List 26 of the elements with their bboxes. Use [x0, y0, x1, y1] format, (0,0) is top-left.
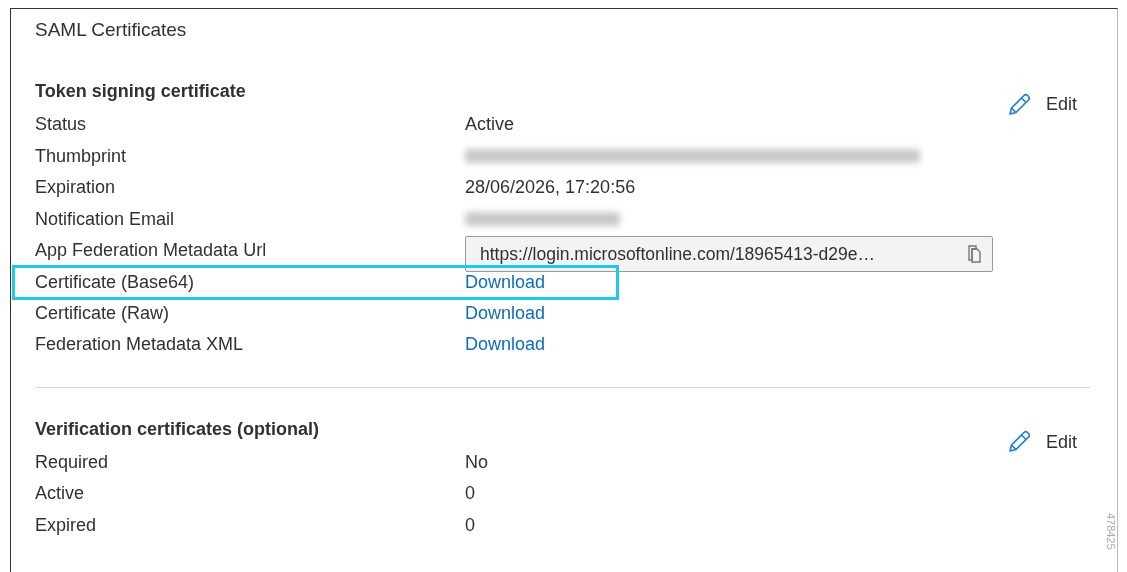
copy-icon[interactable]	[966, 244, 982, 263]
field-value: 0	[465, 513, 475, 537]
field-label: Status	[35, 113, 88, 137]
field-label: Notification Email	[35, 207, 176, 231]
field-label: Certificate (Raw)	[35, 301, 171, 325]
field-label: Required	[35, 450, 110, 474]
field-value: No	[465, 450, 488, 474]
field-label: Expired	[35, 513, 98, 537]
download-link[interactable]: Download	[465, 299, 546, 327]
field-label: Thumbprint	[35, 144, 128, 168]
section-heading: Verification certificates (optional)	[35, 417, 320, 441]
field-value: 0	[465, 482, 475, 506]
section-heading: Token signing certificate	[35, 80, 246, 103]
download-link[interactable]: Download	[465, 331, 546, 359]
field-label: Federation Metadata XML	[35, 333, 245, 357]
field-label: App Federation Metadata Url	[35, 239, 268, 263]
url-field[interactable]: https://login.microsoftonline.com/18965413-d29e…	[465, 235, 993, 272]
field-label: Certificate (Base64)	[35, 270, 196, 294]
figure-number: 478425	[1103, 512, 1118, 550]
edit-button[interactable]: Edit	[1005, 91, 1077, 118]
field-label: Active	[35, 482, 86, 506]
field-value: 28/06/2026, 17:20:56	[465, 176, 636, 200]
field-value: Active	[465, 113, 515, 137]
edit-button[interactable]: Edit	[1005, 428, 1077, 456]
panel-title: SAML Certificates	[35, 18, 187, 42]
field-label: Expiration	[35, 176, 117, 200]
